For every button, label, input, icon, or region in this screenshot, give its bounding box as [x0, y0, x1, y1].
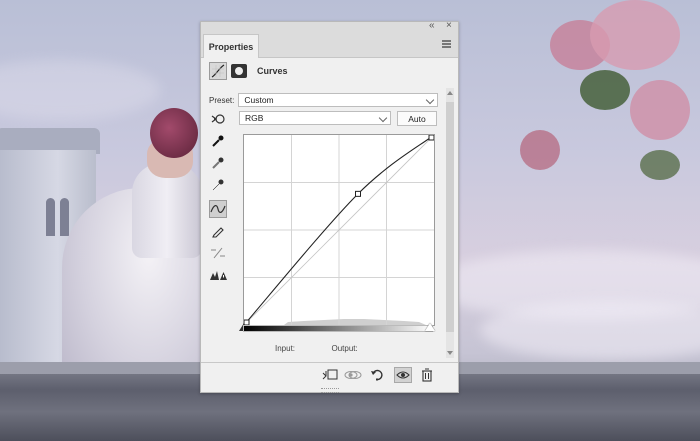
preset-value: Custom [244, 95, 274, 105]
tab-row: Properties [201, 34, 458, 58]
preset-row: Preset: Custom [209, 92, 439, 108]
delete-icon[interactable] [418, 367, 436, 383]
tab-properties[interactable]: Properties [203, 34, 259, 58]
preset-label: Preset: [209, 95, 235, 105]
white-point-eyedropper-icon[interactable] [209, 176, 227, 194]
blossom-tree [520, 0, 700, 190]
output-label: Output: [331, 344, 358, 353]
properties-panel: « × Properties Curves Preset: Custom RGB… [200, 20, 459, 393]
scroll-down-icon[interactable] [447, 351, 453, 355]
on-image-adjust-icon[interactable] [209, 110, 227, 128]
channel-select[interactable]: RGB [239, 111, 391, 125]
panel-menu-icon[interactable] [442, 40, 451, 48]
panel-bottom-bar [201, 362, 458, 387]
adjustment-header: Curves [209, 60, 288, 82]
curve-control-point[interactable] [355, 190, 361, 197]
curves-graph[interactable] [243, 134, 435, 326]
clipping-warning-icon[interactable] [209, 266, 227, 284]
reset-icon[interactable] [368, 367, 386, 383]
black-point-eyedropper-icon[interactable] [209, 132, 227, 150]
scroll-up-icon[interactable] [447, 91, 453, 95]
curves-adjustment-icon[interactable] [209, 62, 227, 80]
preset-select[interactable]: Custom [238, 93, 439, 107]
input-output-row: Input: Output: [275, 344, 358, 353]
adjustment-title: Curves [257, 66, 288, 76]
clip-to-layer-icon[interactable] [321, 367, 339, 383]
close-icon[interactable]: × [446, 20, 452, 31]
channel-value: RGB [245, 113, 264, 123]
auto-button[interactable]: Auto [397, 111, 437, 126]
smooth-curve-icon[interactable] [209, 244, 227, 262]
scroll-thumb[interactable] [446, 102, 454, 332]
white-point-slider[interactable] [425, 323, 435, 331]
input-label: Input: [275, 344, 296, 353]
chevron-down-icon [426, 95, 435, 105]
pencil-draw-icon[interactable] [209, 222, 227, 240]
curve-control-point[interactable] [428, 135, 434, 141]
layer-mask-icon[interactable] [231, 64, 247, 78]
view-previous-state-icon[interactable] [344, 367, 362, 383]
tonal-gradient-bar [243, 325, 433, 332]
collapse-icon[interactable]: « [429, 20, 435, 31]
curve-points-icon[interactable] [209, 200, 227, 218]
chevron-down-icon [378, 113, 388, 123]
panel-resize-grip[interactable] [321, 388, 339, 393]
gray-point-eyedropper-icon[interactable] [209, 154, 227, 172]
panel-scrollbar[interactable] [446, 88, 454, 358]
panel-titlebar: « × [201, 20, 458, 34]
toggle-visibility-icon[interactable] [394, 367, 412, 383]
